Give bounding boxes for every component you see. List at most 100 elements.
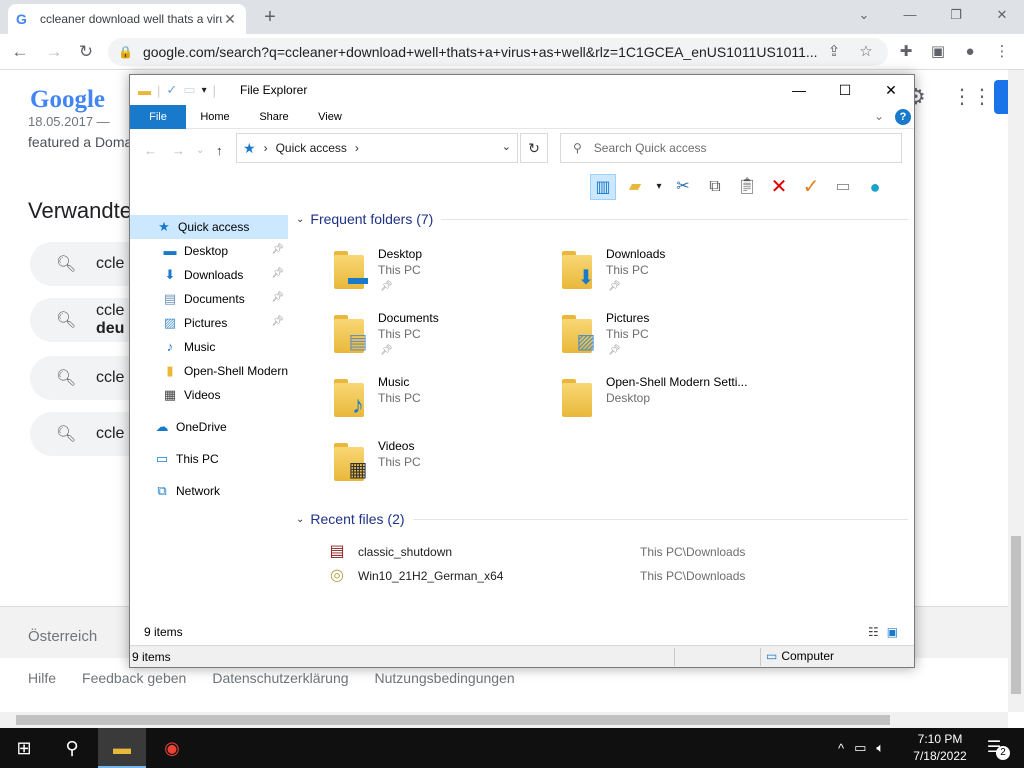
breadcrumb-quick-access[interactable]: Quick access <box>276 141 347 155</box>
clock-date: 7/18/2022 <box>913 749 967 763</box>
footer-link-help[interactable]: Hilfe <box>28 670 56 686</box>
footer-link-privacy[interactable]: Datenschutzerklärung <box>212 670 348 686</box>
nav-item-music[interactable]: ♪ Music <box>130 335 288 359</box>
share-icon[interactable]: ⇪ <box>824 42 844 62</box>
vertical-scroll-thumb[interactable] <box>1011 536 1021 694</box>
volume-icon[interactable]: 🔈︎ <box>876 740 884 756</box>
delete-icon[interactable]: ✕ <box>766 174 792 200</box>
nav-item-videos[interactable]: ▦ Videos <box>130 383 288 407</box>
new-tab-button[interactable]: + <box>256 6 284 30</box>
forward-arrow-icon[interactable]: → <box>172 143 185 158</box>
browser-tab[interactable]: G ccleaner download well thats a virus a… <box>8 4 246 34</box>
properties-icon[interactable]: ✓ <box>166 82 177 98</box>
clock[interactable]: 7:10 PM 7/18/2022 <box>904 731 976 765</box>
reload-button[interactable]: ↻ <box>74 40 98 64</box>
collapse-chevron-icon[interactable]: ⌄ <box>296 514 304 525</box>
explorer-titlebar[interactable]: ▬ | ✓ ▭ ▾ | File Explorer — ☐ ✕ <box>130 75 914 105</box>
tab-share[interactable]: Share <box>250 105 298 129</box>
footer-link-terms[interactable]: Nutzungsbedingungen <box>375 670 515 686</box>
nav-item-open-shell[interactable]: ▮ Open-Shell Modern <box>130 359 288 383</box>
collapse-chevron-icon[interactable]: ⌄ <box>296 214 304 225</box>
nav-item-pictures[interactable]: ▨ Pictures 📌︎ <box>130 311 288 335</box>
bookmark-star-icon[interactable]: ☆ <box>856 42 876 62</box>
lock-icon[interactable]: 🔒 <box>118 45 133 59</box>
folder-tile-videos[interactable]: ▦ Videos This PC <box>332 437 552 497</box>
taskbar-search-icon[interactable]: ⚲ <box>48 728 96 768</box>
expand-ribbon-icon[interactable]: ⌄ <box>874 109 884 123</box>
address-bar[interactable]: 🔒 google.com/search?q=ccleaner+download+… <box>108 38 888 66</box>
nav-item-desktop[interactable]: ▬ Desktop 📌︎ <box>130 239 288 263</box>
tab-view[interactable]: View <box>308 105 352 129</box>
vertical-scrollbar[interactable] <box>1008 70 1024 712</box>
nav-item-network[interactable]: ⧉ Network <box>130 479 288 503</box>
refresh-button[interactable]: ↻ <box>520 133 548 163</box>
google-logo[interactable]: Google <box>30 86 105 114</box>
network-globe-icon[interactable]: ● <box>862 174 888 200</box>
extensions-icon[interactable]: ✚ <box>896 42 916 62</box>
show-hidden-icons-icon[interactable]: ^ <box>838 741 844 756</box>
menu-icon[interactable]: ⋮ <box>992 42 1012 62</box>
close-tab-icon[interactable]: ✕ <box>222 11 238 28</box>
forward-button[interactable]: → <box>42 40 66 64</box>
archive-icon: ▤ <box>329 543 345 560</box>
address-dropdown-icon[interactable]: ⌄ <box>502 140 511 153</box>
navigation-pane-icon[interactable]: ▥ <box>590 174 616 200</box>
new-folder-icon[interactable]: ▭ <box>183 82 195 98</box>
tab-home[interactable]: Home <box>192 105 238 129</box>
footer-link-feedback[interactable]: Feedback geben <box>82 670 186 686</box>
folder-tile-music[interactable]: ♪ Music This PC <box>332 373 552 433</box>
folder-tile-downloads[interactable]: ⬇ Downloads This PC 📌︎ <box>560 245 780 305</box>
recent-file-row[interactable]: ◎ Win10_21H2_German_x64 This PC\Download… <box>326 565 826 587</box>
details-view-icon[interactable]: ☷ <box>868 625 879 639</box>
address-box[interactable]: ★ › Quick access › ⌄ <box>236 133 518 163</box>
explorer-app-icon[interactable]: ▬ <box>138 83 151 98</box>
network-icon[interactable]: ▭ <box>854 740 866 756</box>
recent-file-row[interactable]: ▤ classic_shutdown This PC\Downloads <box>326 541 826 563</box>
explorer-search-input[interactable]: ⚲ Search Quick access <box>560 133 902 163</box>
nav-item-downloads[interactable]: ⬇ Downloads 📌︎ <box>130 263 288 287</box>
profile-icon[interactable]: ● <box>960 42 980 62</box>
large-icons-view-icon[interactable]: ▣ <box>887 625 898 639</box>
rename-icon[interactable]: ▭ <box>830 174 856 200</box>
copy-icon[interactable]: ⧉ <box>702 174 728 200</box>
notification-center-icon[interactable]: ☰ 2 <box>980 734 1010 762</box>
new-folder-icon[interactable]: ▰ <box>622 174 648 200</box>
back-button[interactable]: ← <box>8 40 32 64</box>
minimize-button[interactable]: — <box>888 4 932 26</box>
folder-tile-documents[interactable]: ▤ Documents This PC 📌︎ <box>332 309 552 369</box>
taskbar-chrome-button[interactable]: ◉ <box>148 728 196 768</box>
tab-file[interactable]: File <box>130 105 186 129</box>
paste-icon[interactable]: 📋︎ <box>734 174 760 200</box>
nav-item-onedrive[interactable]: ☁ OneDrive <box>130 415 288 439</box>
nav-item-documents[interactable]: ▤ Documents 📌︎ <box>130 287 288 311</box>
start-button[interactable]: ⊞ <box>0 728 48 768</box>
close-window-button[interactable]: ✕ <box>980 4 1024 26</box>
horizontal-scroll-thumb[interactable] <box>16 715 890 725</box>
tab-search-icon[interactable]: ⌄ <box>842 4 886 26</box>
up-arrow-icon[interactable]: ↑ <box>216 143 223 158</box>
folder-tile-open-shell[interactable]: Open-Shell Modern Setti... Desktop <box>560 373 780 433</box>
frequent-folders-header[interactable]: ⌄ Frequent folders (7) <box>296 211 908 227</box>
restore-button[interactable]: ❐ <box>934 4 978 26</box>
customize-qat-icon[interactable]: ▾ <box>202 85 207 96</box>
taskbar-explorer-button[interactable]: ▬ <box>98 728 146 768</box>
explorer-close-button[interactable]: ✕ <box>868 75 914 105</box>
help-icon[interactable]: ? <box>895 109 911 125</box>
folder-icon: ♪ <box>332 377 376 419</box>
explorer-maximize-button[interactable]: ☐ <box>822 75 868 105</box>
new-folder-dropdown-icon[interactable]: ▾ <box>654 174 664 200</box>
sign-in-button[interactable] <box>994 80 1008 114</box>
nav-item-quick-access[interactable]: ★ Quick access <box>130 215 288 239</box>
folder-tile-pictures[interactable]: ▨ Pictures This PC 📌︎ <box>560 309 780 369</box>
side-panel-icon[interactable]: ▣ <box>928 42 948 62</box>
url-text[interactable]: google.com/search?q=ccleaner+download+we… <box>143 44 878 60</box>
nav-item-this-pc[interactable]: ▭ This PC <box>130 447 288 471</box>
cut-icon[interactable]: ✂ <box>670 174 696 200</box>
horizontal-scrollbar[interactable] <box>0 712 1008 728</box>
explorer-minimize-button[interactable]: — <box>776 75 822 105</box>
recent-locations-icon[interactable]: ⌄ <box>196 145 204 156</box>
recent-files-header[interactable]: ⌄ Recent files (2) <box>296 511 908 527</box>
properties-check-icon[interactable]: ✓ <box>798 174 824 200</box>
back-arrow-icon[interactable]: ← <box>144 143 157 158</box>
folder-tile-desktop[interactable]: ▬ Desktop This PC 📌︎ <box>332 245 552 305</box>
